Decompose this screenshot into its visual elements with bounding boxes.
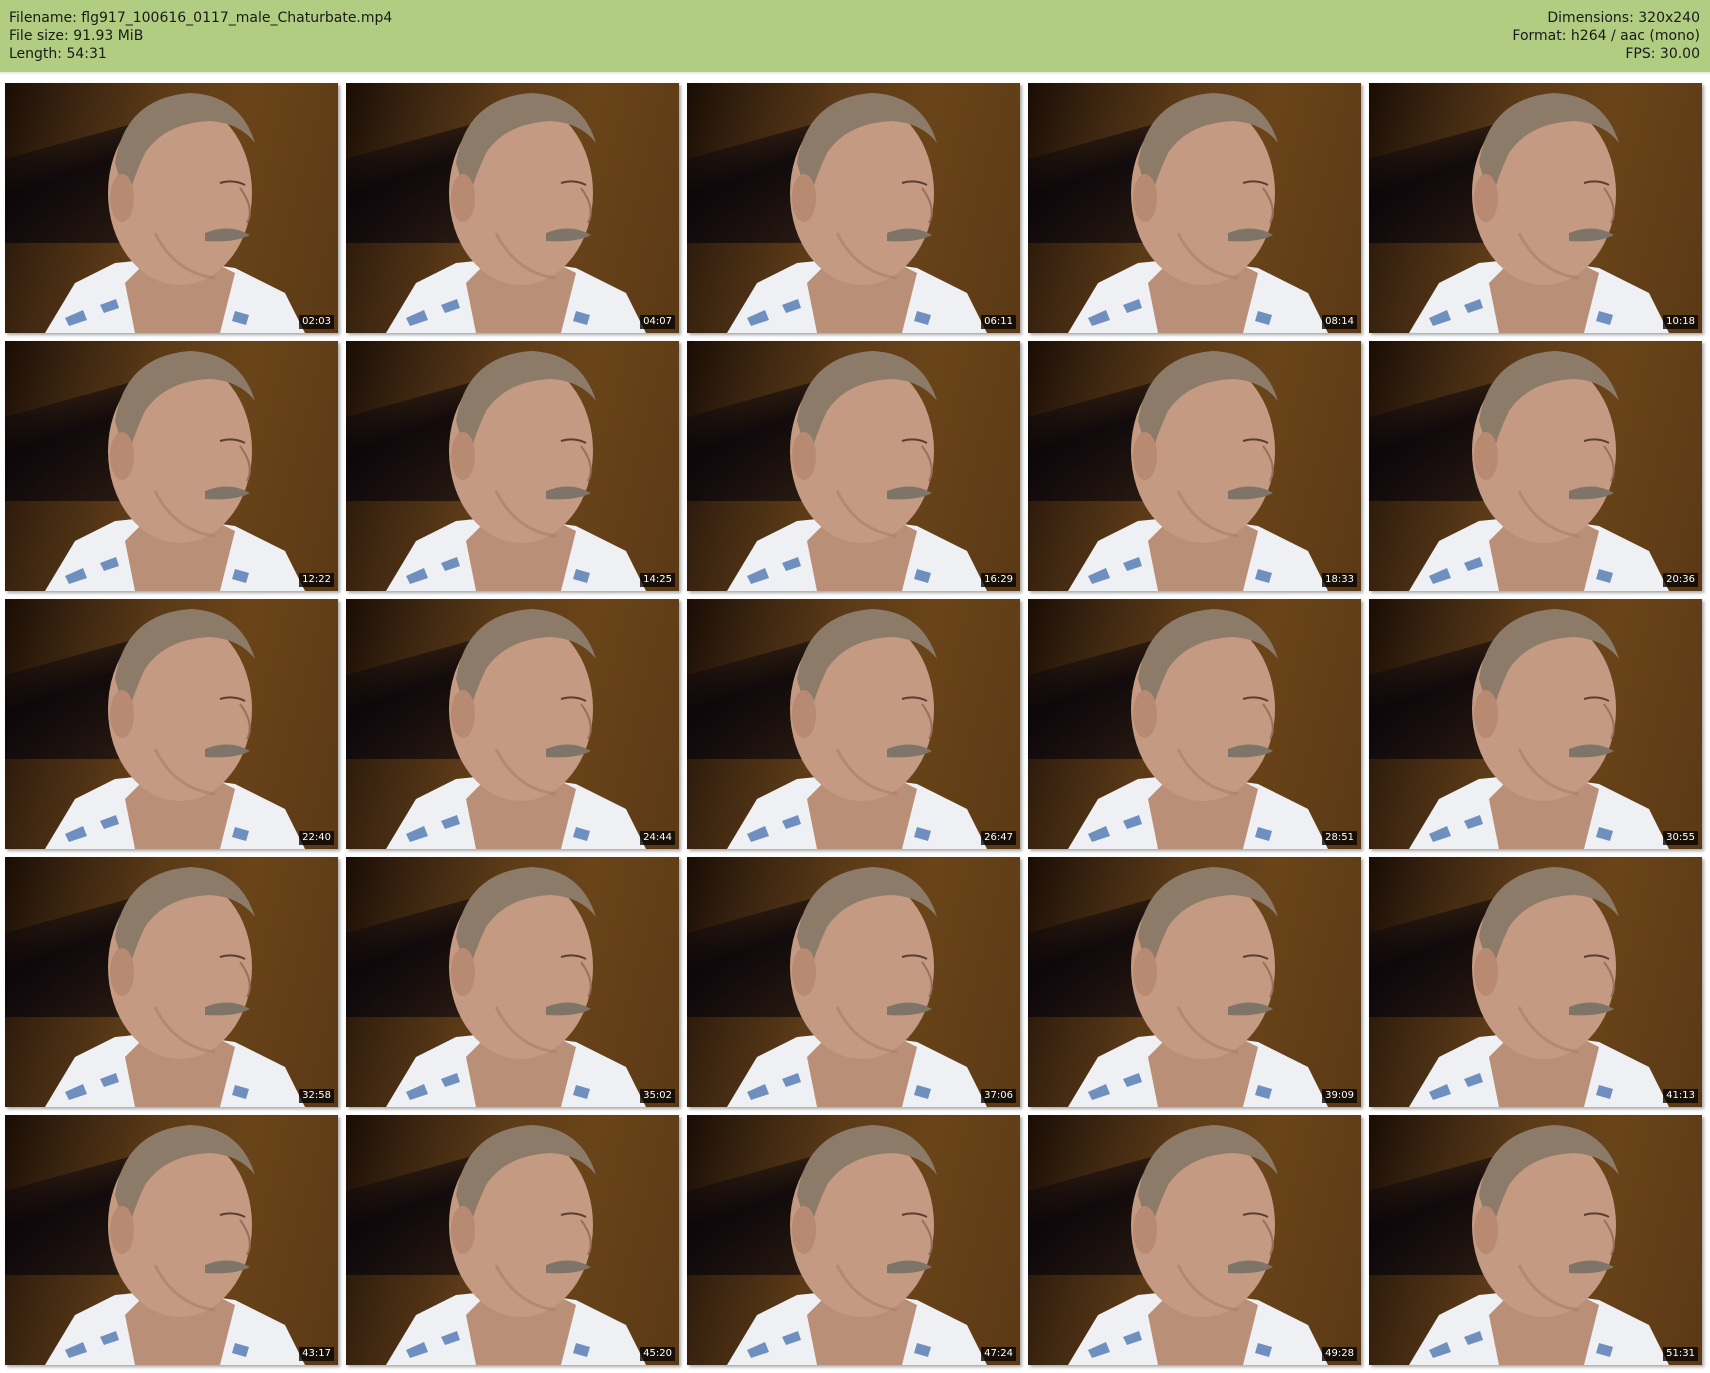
video-frame-image bbox=[45, 609, 305, 849]
video-frame-image bbox=[386, 93, 646, 333]
thumbnail: 35:02 bbox=[346, 857, 679, 1107]
filename-line: Filename: flg917_100616_0117_male_Chatur… bbox=[9, 10, 393, 26]
timestamp-label: 32:58 bbox=[299, 1089, 334, 1103]
info-header: Filename: flg917_100616_0117_male_Chatur… bbox=[0, 0, 1710, 72]
timestamp-label: 14:25 bbox=[640, 573, 675, 587]
timestamp-label: 10:18 bbox=[1663, 315, 1698, 329]
timestamp-label: 20:36 bbox=[1663, 573, 1698, 587]
timestamp-label: 35:02 bbox=[640, 1089, 675, 1103]
video-frame-image bbox=[45, 93, 305, 333]
timestamp-label: 08:14 bbox=[1322, 315, 1357, 329]
video-frame-image bbox=[727, 609, 987, 849]
thumbnail: 28:51 bbox=[1028, 599, 1361, 849]
video-frame-image bbox=[386, 351, 646, 591]
video-frame-image bbox=[1068, 93, 1328, 333]
timestamp-label: 22:40 bbox=[299, 831, 334, 845]
video-frame-image bbox=[1068, 351, 1328, 591]
thumbnail: 10:18 bbox=[1369, 83, 1702, 333]
video-frame-image bbox=[1409, 609, 1669, 849]
timestamp-label: 41:13 bbox=[1663, 1089, 1698, 1103]
video-frame-image bbox=[1409, 351, 1669, 591]
timestamp-label: 37:06 bbox=[981, 1089, 1016, 1103]
video-frame-image bbox=[727, 867, 987, 1107]
timestamp-label: 04:07 bbox=[640, 315, 675, 329]
file-info: Filename: flg917_100616_0117_male_Chatur… bbox=[9, 9, 392, 63]
video-frame-image bbox=[1068, 1125, 1328, 1365]
timestamp-label: 51:31 bbox=[1663, 1347, 1698, 1361]
thumbnail: 14:25 bbox=[346, 341, 679, 591]
timestamp-label: 49:28 bbox=[1322, 1347, 1357, 1361]
timestamp-label: 12:22 bbox=[299, 573, 334, 587]
thumbnail-grid: 02:03 04:07 06:11 08:14 10:18 12:22 14:2… bbox=[5, 83, 1702, 1365]
video-frame-image bbox=[1409, 93, 1669, 333]
thumbnail: 02:03 bbox=[5, 83, 338, 333]
timestamp-label: 28:51 bbox=[1322, 831, 1357, 845]
format-line: Format: h264 / aac (mono) bbox=[1512, 28, 1700, 44]
length-line: Length: 54:31 bbox=[9, 46, 107, 62]
thumbnail: 20:36 bbox=[1369, 341, 1702, 591]
video-frame-image bbox=[386, 867, 646, 1107]
thumbnail: 30:55 bbox=[1369, 599, 1702, 849]
timestamp-label: 45:20 bbox=[640, 1347, 675, 1361]
video-frame-image bbox=[45, 1125, 305, 1365]
timestamp-label: 39:09 bbox=[1322, 1089, 1357, 1103]
timestamp-label: 26:47 bbox=[981, 831, 1016, 845]
video-frame-image bbox=[727, 351, 987, 591]
format-info: Dimensions: 320x240 Format: h264 / aac (… bbox=[1512, 9, 1700, 63]
video-frame-image bbox=[727, 1125, 987, 1365]
timestamp-label: 24:44 bbox=[640, 831, 675, 845]
thumbnail: 04:07 bbox=[346, 83, 679, 333]
thumbnail: 41:13 bbox=[1369, 857, 1702, 1107]
video-frame-image bbox=[386, 1125, 646, 1365]
video-frame-image bbox=[386, 609, 646, 849]
timestamp-label: 06:11 bbox=[981, 315, 1016, 329]
fps-line: FPS: 30.00 bbox=[1625, 46, 1700, 62]
thumbnail: 12:22 bbox=[5, 341, 338, 591]
timestamp-label: 47:24 bbox=[981, 1347, 1016, 1361]
video-frame-image bbox=[1068, 609, 1328, 849]
thumbnail: 26:47 bbox=[687, 599, 1020, 849]
thumbnail: 49:28 bbox=[1028, 1115, 1361, 1365]
timestamp-label: 30:55 bbox=[1663, 831, 1698, 845]
thumbnail: 22:40 bbox=[5, 599, 338, 849]
thumbnail: 45:20 bbox=[346, 1115, 679, 1365]
video-frame-image bbox=[1409, 867, 1669, 1107]
thumbnail: 39:09 bbox=[1028, 857, 1361, 1107]
thumbnail: 32:58 bbox=[5, 857, 338, 1107]
video-frame-image bbox=[727, 93, 987, 333]
timestamp-label: 43:17 bbox=[299, 1347, 334, 1361]
filesize-line: File size: 91.93 MiB bbox=[9, 28, 144, 44]
dimensions-line: Dimensions: 320x240 bbox=[1547, 10, 1700, 26]
thumbnail: 43:17 bbox=[5, 1115, 338, 1365]
thumbnail: 51:31 bbox=[1369, 1115, 1702, 1365]
thumbnail: 37:06 bbox=[687, 857, 1020, 1107]
thumbnail: 24:44 bbox=[346, 599, 679, 849]
video-frame-image bbox=[1409, 1125, 1669, 1365]
video-frame-image bbox=[45, 867, 305, 1107]
header-divider bbox=[0, 72, 1710, 75]
timestamp-label: 18:33 bbox=[1322, 573, 1357, 587]
thumbnail: 16:29 bbox=[687, 341, 1020, 591]
thumbnail: 08:14 bbox=[1028, 83, 1361, 333]
timestamp-label: 16:29 bbox=[981, 573, 1016, 587]
video-frame-image bbox=[45, 351, 305, 591]
video-frame-image bbox=[1068, 867, 1328, 1107]
thumbnail: 18:33 bbox=[1028, 341, 1361, 591]
thumbnail: 06:11 bbox=[687, 83, 1020, 333]
timestamp-label: 02:03 bbox=[299, 315, 334, 329]
thumbnail: 47:24 bbox=[687, 1115, 1020, 1365]
